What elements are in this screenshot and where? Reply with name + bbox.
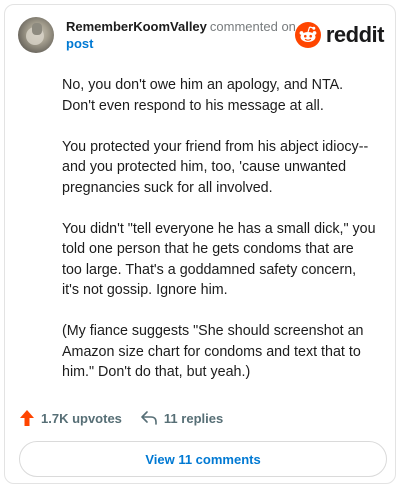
upvote-count: 1.7K upvotes <box>41 410 122 426</box>
reply-count: 11 replies <box>163 410 224 426</box>
avatar[interactable] <box>18 17 54 53</box>
username[interactable]: RememberKoomValley <box>66 19 207 34</box>
post-link[interactable]: post <box>66 35 296 52</box>
comment-meta: RememberKoomValley commented on post <box>66 18 296 52</box>
view-comments-button[interactable]: View 11 comments <box>19 441 387 477</box>
reddit-wordmark: reddit <box>325 22 385 47</box>
comment-actions: 1.7K upvotes 11 replies <box>19 407 223 429</box>
upvote-arrow-icon <box>20 410 34 426</box>
comment-paragraph: (My fiance suggests "She should screensh… <box>62 323 364 380</box>
commented-on-text: commented on <box>209 19 296 34</box>
comment-card: RememberKoomValley commented on post redd… <box>4 4 396 484</box>
reddit-logo-icon <box>294 22 321 48</box>
reddit-logo[interactable]: reddit <box>294 21 385 49</box>
comment-body: No, you don't owe him an apology, and NT… <box>62 75 382 403</box>
comment-header: RememberKoomValley commented on post redd… <box>18 15 385 59</box>
comment-paragraph: No, you don't owe him an apology, and NT… <box>62 77 344 114</box>
comment-paragraph: You protected your friend from his abjec… <box>62 138 369 196</box>
reply-icon <box>141 411 157 425</box>
comment-paragraph: You didn't "tell everyone he has a small… <box>62 220 376 299</box>
replies-button[interactable]: 11 replies <box>140 410 223 426</box>
upvote-button[interactable]: 1.7K upvotes <box>19 409 122 427</box>
